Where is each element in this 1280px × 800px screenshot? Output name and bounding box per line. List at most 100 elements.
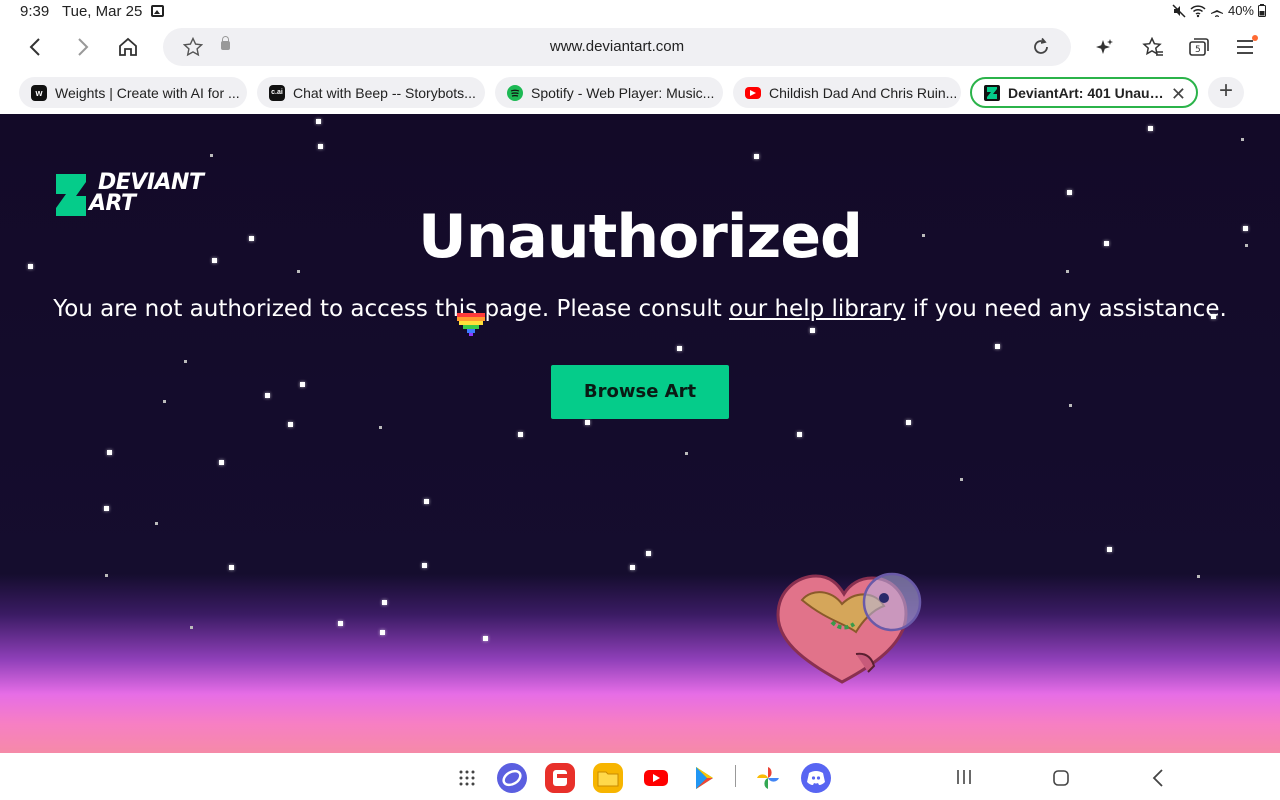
star-dot xyxy=(382,600,387,605)
star-dot xyxy=(424,499,429,504)
reload-icon[interactable] xyxy=(1031,37,1051,57)
tab-weights[interactable]: w Weights | Create with AI for ... xyxy=(19,77,247,108)
files-icon[interactable] xyxy=(593,763,623,793)
star-dot xyxy=(1107,547,1112,552)
star-dot xyxy=(797,432,802,437)
star-dot xyxy=(906,420,911,425)
browser-toolbar: www.deviantart.com 5 xyxy=(0,24,1280,70)
tab-title: Weights | Create with AI for ... xyxy=(55,84,240,101)
tab-title: DeviantArt: 401 Unauth... xyxy=(1008,84,1175,101)
tab-title: Spotify - Web Player: Music... xyxy=(531,84,715,101)
page-title: Unauthorized xyxy=(418,202,863,272)
star-dot xyxy=(288,422,293,427)
dock-divider xyxy=(735,765,736,787)
discord-icon[interactable] xyxy=(801,763,831,793)
star-dot xyxy=(210,154,213,157)
status-date: Tue, Mar 25 xyxy=(62,3,143,20)
star-dot xyxy=(190,626,193,629)
forward-icon[interactable] xyxy=(70,34,96,60)
star-dot xyxy=(338,621,343,626)
airplane-mode-icon xyxy=(1210,4,1223,17)
tab-youtube[interactable]: Childish Dad And Chris Ruin... xyxy=(733,77,961,108)
tab-deviantart-active[interactable]: DeviantArt: 401 Unauth... ✕ xyxy=(970,77,1198,108)
cai-icon: c.ai xyxy=(269,84,285,101)
star-dot xyxy=(379,426,382,429)
battery-percent: 40% xyxy=(1227,3,1254,18)
star-dot xyxy=(318,144,323,149)
tabs-icon[interactable]: 5 xyxy=(1186,34,1212,60)
star-dot xyxy=(107,450,112,455)
new-tab-button[interactable]: + xyxy=(1208,77,1244,108)
tab-title: Chat with Beep -- Storybots... xyxy=(293,84,476,101)
star-dot xyxy=(229,565,234,570)
url-text[interactable]: www.deviantart.com xyxy=(163,38,1071,55)
home-icon[interactable] xyxy=(115,34,141,60)
status-bar: 9:39 Tue, Mar 25 40% xyxy=(0,0,1280,24)
tab-title: Childish Dad And Chris Ruin... xyxy=(769,84,958,101)
svg-text:5: 5 xyxy=(1195,45,1201,55)
status-icons: 40% xyxy=(1172,3,1266,18)
star-dot xyxy=(483,636,488,641)
bookmarks-icon[interactable] xyxy=(1140,34,1166,60)
home-nav-icon[interactable] xyxy=(1052,769,1070,787)
browse-art-button[interactable]: Browse Art xyxy=(551,365,729,419)
wifi-icon xyxy=(1190,4,1206,17)
star-dot xyxy=(155,522,158,525)
help-library-link[interactable]: our help library xyxy=(729,296,905,322)
tab-strip: w Weights | Create with AI for ... c.ai … xyxy=(0,70,1280,114)
status-time: 9:39 xyxy=(20,3,50,20)
star-dot xyxy=(960,478,963,481)
address-bar[interactable]: www.deviantart.com xyxy=(163,28,1071,66)
app-drawer-icon[interactable] xyxy=(458,769,476,787)
star-dot xyxy=(646,551,651,556)
play-store-icon[interactable] xyxy=(689,763,719,793)
star-dot xyxy=(184,360,187,363)
close-tab-icon[interactable]: ✕ xyxy=(1171,84,1186,105)
tab-spotify[interactable]: Spotify - Web Player: Music... xyxy=(495,77,723,108)
deviantart-icon xyxy=(984,84,1000,101)
star-dot xyxy=(105,574,108,577)
battery-icon xyxy=(1258,4,1266,17)
star-dot xyxy=(380,630,385,635)
star-dot xyxy=(163,400,166,403)
message-text-end: if you need any assistance. xyxy=(905,296,1227,322)
star-dot xyxy=(300,382,305,387)
back-nav-icon[interactable] xyxy=(1152,769,1164,787)
photos-icon[interactable] xyxy=(753,763,783,793)
rainbow-heart-icon xyxy=(457,313,485,336)
star-dot xyxy=(1069,404,1072,407)
youtube-app-icon[interactable] xyxy=(641,763,671,793)
star-dot xyxy=(1148,126,1153,131)
star-dot xyxy=(677,346,682,351)
star-dot xyxy=(316,119,321,124)
youtube-icon xyxy=(745,86,761,99)
flipboard-icon[interactable] xyxy=(545,763,575,793)
star-dot xyxy=(754,154,759,159)
star-dot xyxy=(1241,138,1244,141)
menu-icon[interactable] xyxy=(1232,34,1258,60)
ai-sparkle-icon[interactable] xyxy=(1092,34,1118,60)
samsung-internet-icon[interactable] xyxy=(497,763,527,793)
star-dot xyxy=(219,460,224,465)
star-dot xyxy=(104,506,109,511)
star-dot xyxy=(1197,575,1200,578)
app-dock xyxy=(0,753,1280,800)
star-dot xyxy=(630,565,635,570)
gallery-notification-icon xyxy=(151,5,164,17)
message-text: You are not authorized to access this pa… xyxy=(53,296,730,322)
star-dot xyxy=(810,328,815,333)
star-dot xyxy=(685,452,688,455)
star-dot xyxy=(1067,190,1072,195)
spotify-icon xyxy=(507,84,523,101)
menu-notification-dot xyxy=(1252,35,1258,41)
star-dot xyxy=(265,393,270,398)
tab-chat-beep[interactable]: c.ai Chat with Beep -- Storybots... xyxy=(257,77,485,108)
star-dot xyxy=(585,420,590,425)
page-content: DEVIANT ART Unauthorized You are not aut… xyxy=(0,114,1280,753)
recents-icon[interactable] xyxy=(956,769,972,785)
mute-icon xyxy=(1172,3,1186,18)
back-icon[interactable] xyxy=(22,34,48,60)
star-dot xyxy=(995,344,1000,349)
error-message: You are not authorized to access this pa… xyxy=(0,296,1280,322)
weights-icon: w xyxy=(31,84,47,101)
